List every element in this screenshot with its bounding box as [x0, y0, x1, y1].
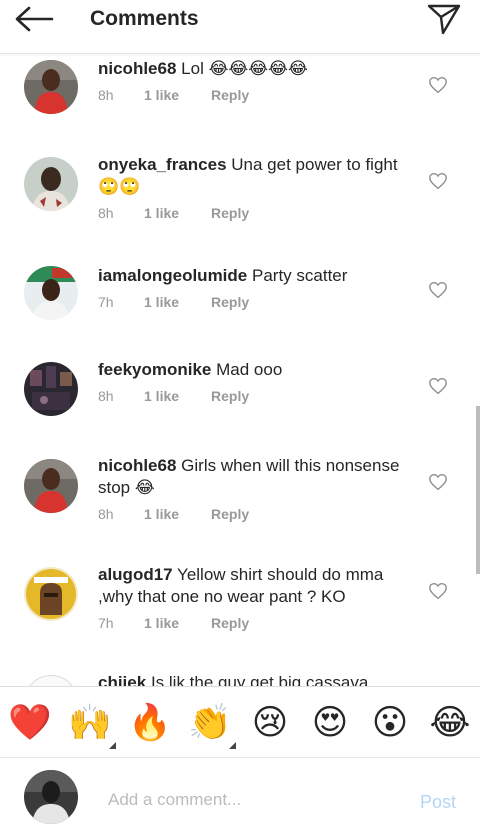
comment-text: Mad ooo — [216, 360, 283, 379]
comment-username[interactable]: onyeka_frances — [98, 155, 227, 174]
comment-time: 7h — [98, 294, 114, 310]
comment-likes[interactable]: 1 like — [144, 294, 211, 310]
comment-likes[interactable]: 1 like — [144, 388, 211, 404]
send-button[interactable] — [426, 2, 462, 36]
heart-icon[interactable] — [428, 76, 448, 94]
avatar[interactable] — [24, 362, 78, 416]
heart-icon[interactable] — [428, 172, 448, 190]
reply-button[interactable]: Reply — [211, 87, 249, 103]
back-button[interactable] — [14, 4, 58, 34]
skin-tone-indicator-icon — [109, 742, 116, 749]
comment-text: Lol 😂😂😂😂😂 — [181, 59, 308, 78]
comment-text: Is lik the guy get big cassava — [150, 673, 369, 686]
my-avatar — [24, 770, 78, 824]
comment-time: 8h — [98, 205, 114, 221]
crying-face-emoji-icon[interactable]: 😢 — [248, 701, 292, 745]
avatar[interactable] — [24, 157, 78, 211]
reply-button[interactable]: Reply — [211, 294, 249, 310]
fire-emoji-icon[interactable]: 🔥 — [128, 701, 172, 745]
comment-time: 7h — [98, 615, 114, 631]
comment-username[interactable]: feekyomonike — [98, 360, 211, 379]
comment-likes[interactable]: 1 like — [144, 205, 211, 221]
raising-hands-emoji-icon[interactable]: 🙌 — [68, 701, 112, 745]
comment-time: 8h — [98, 506, 114, 522]
comment-likes[interactable]: 1 like — [144, 615, 211, 631]
comment-likes[interactable]: 1 like — [144, 87, 211, 103]
heart-icon[interactable] — [428, 473, 448, 491]
clapping-hands-emoji-icon[interactable]: 👏 — [188, 701, 232, 745]
scrollbar[interactable] — [476, 406, 480, 574]
comment-likes[interactable]: 1 like — [144, 506, 211, 522]
skin-tone-indicator-icon — [229, 742, 236, 749]
avatar[interactable] — [24, 567, 78, 621]
comment-username[interactable]: alugod17 — [98, 565, 173, 584]
comment-text: Party scatter — [251, 266, 348, 285]
heart-icon[interactable] — [428, 582, 448, 600]
reply-button[interactable]: Reply — [211, 388, 249, 404]
comment-username[interactable]: iamalongeolumide — [98, 266, 247, 285]
red-heart-emoji-icon[interactable]: ❤️ — [8, 701, 52, 745]
heart-eyes-emoji-icon[interactable]: 😍 — [308, 701, 352, 745]
avatar[interactable] — [24, 60, 78, 114]
reply-button[interactable]: Reply — [211, 506, 249, 522]
heart-icon[interactable] — [428, 377, 448, 395]
comment-username[interactable]: chiiek — [98, 673, 146, 686]
reply-button[interactable]: Reply — [211, 205, 249, 221]
comment-username[interactable]: nicohle68 — [98, 456, 176, 475]
avatar[interactable] — [24, 459, 78, 513]
comment-composer: Post — [0, 758, 480, 828]
top-bar: Comments — [0, 0, 480, 54]
reply-button[interactable]: Reply — [211, 615, 249, 631]
arrow-left-icon — [15, 6, 54, 32]
post-button[interactable]: Post — [420, 792, 456, 813]
page-title: Comments — [90, 7, 199, 30]
heart-icon[interactable] — [428, 281, 448, 299]
avatar[interactable] — [24, 675, 78, 686]
comment-username[interactable]: nicohle68 — [98, 59, 176, 78]
emoji-bar: ❤️ 🙌 🔥 👏 😢 😍 😮 😂 — [0, 686, 480, 758]
comments-list[interactable]: nicohle68 Lol 😂😂😂😂😂 8h 1 like Reply onye… — [0, 54, 480, 686]
comment-time: 8h — [98, 388, 114, 404]
paper-plane-icon — [427, 4, 461, 35]
tears-of-joy-emoji-icon[interactable]: 😂 — [428, 701, 472, 745]
surprised-face-emoji-icon[interactable]: 😮 — [368, 701, 412, 745]
avatar[interactable] — [24, 266, 78, 320]
comment-input[interactable] — [108, 788, 388, 812]
comment-time: 8h — [98, 87, 114, 103]
